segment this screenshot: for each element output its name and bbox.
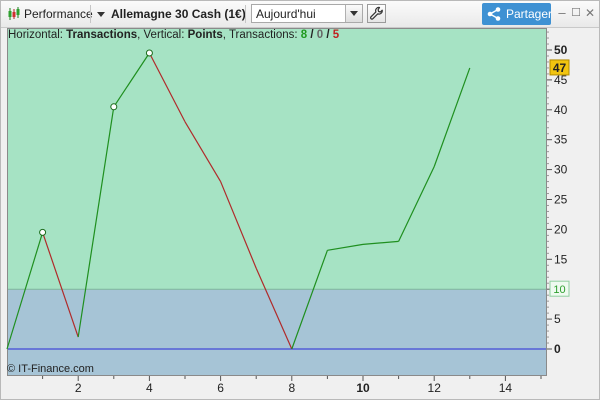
toolbar: Performance Allemagne 30 Cash (1€) Aujou…	[1, 1, 599, 28]
legend-horizontal-value: Transactions	[66, 29, 138, 41]
y-axis-label: 5	[554, 312, 561, 326]
y-axis-label: 25	[554, 193, 568, 207]
legend-count-loss: 5	[332, 29, 340, 41]
x-axis-label: 4	[146, 381, 153, 395]
chevron-down-icon	[97, 11, 105, 17]
legend-vertical-prefix: , Vertical:	[137, 29, 188, 41]
y-axis-label: 40	[554, 103, 568, 117]
candlestick-chart-icon	[8, 7, 20, 20]
last-value-label: 47	[553, 61, 567, 75]
x-axis-label: 12	[428, 381, 442, 395]
y-axis-label: 15	[554, 252, 568, 266]
settings-button[interactable]	[367, 4, 386, 23]
instrument-label: Allemagne 30 Cash (1€)	[111, 7, 246, 21]
watermark: © IT-Finance.com	[7, 363, 94, 375]
y-axis-label: 20	[554, 222, 568, 236]
instrument-dropdown[interactable]: Allemagne 30 Cash (1€)	[97, 1, 246, 27]
legend-vertical-value: Points	[187, 29, 223, 41]
wrench-icon	[370, 6, 383, 20]
performance-window: Performance Allemagne 30 Cash (1€) Aujou…	[0, 0, 600, 400]
share-icon	[487, 7, 501, 21]
x-axis-label: 6	[217, 381, 224, 395]
performance-label: Performance	[24, 7, 93, 21]
performance-chart: 0510152025303540455024681012144710 Horiz…	[1, 28, 599, 399]
chart-canvas: 0510152025303540455024681012144710	[6, 28, 570, 395]
chevron-down-icon	[350, 11, 358, 16]
x-axis-label: 10	[356, 381, 370, 395]
chart-legend: Horizontal: Transactions, Vertical: Poin…	[8, 29, 339, 41]
plot-area-above-threshold	[7, 28, 547, 290]
minimize-button[interactable]: –	[555, 5, 569, 21]
y-axis-label: 50	[554, 43, 568, 57]
close-button[interactable]: ✕	[583, 5, 597, 21]
x-axis-label: 14	[499, 381, 513, 395]
legend-horizontal-prefix: Horizontal:	[8, 29, 67, 41]
toolbar-separator	[90, 5, 91, 23]
maximize-button[interactable]: ☐	[569, 5, 583, 21]
y-axis-label: 35	[554, 133, 568, 147]
share-label: Partager	[506, 7, 553, 21]
y-axis-label: 30	[554, 163, 568, 177]
period-select-arrow[interactable]	[345, 5, 362, 22]
legend-slash: /	[307, 29, 317, 41]
trade-marker	[145, 49, 153, 57]
period-select[interactable]: Aujourd'hui	[251, 4, 363, 23]
x-axis-label: 8	[288, 381, 295, 395]
share-button[interactable]: Partager	[482, 3, 553, 25]
trade-marker	[110, 103, 118, 111]
x-axis-label: 2	[75, 381, 82, 395]
toolbar-separator	[245, 5, 246, 23]
trade-marker	[39, 228, 47, 236]
period-select-value: Aujourd'hui	[256, 7, 316, 21]
y-axis-label: 0	[554, 342, 561, 356]
threshold-label: 10	[553, 284, 565, 296]
legend-transactions-prefix: , Transactions:	[222, 29, 301, 41]
legend-slash: /	[323, 29, 333, 41]
